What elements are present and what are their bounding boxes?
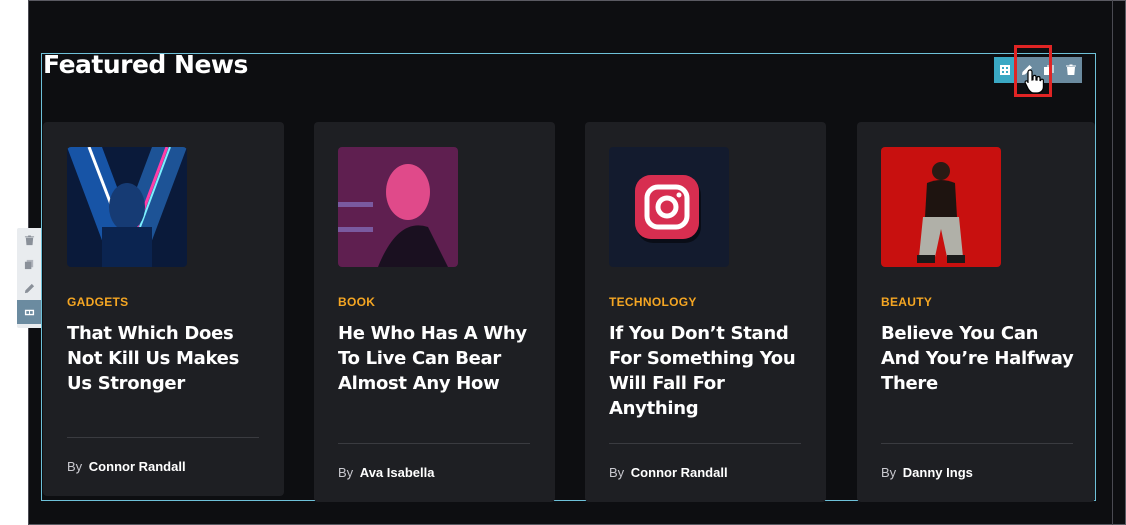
delete-column-button[interactable] — [17, 228, 41, 252]
news-title[interactable]: If You Don’t Stand For Something You Wil… — [609, 321, 809, 421]
author-link[interactable]: Connor Randall — [631, 465, 728, 480]
column-toolbar — [17, 228, 41, 328]
byline-prefix: By — [881, 465, 897, 480]
column-icon — [24, 309, 34, 315]
news-card[interactable]: BOOK He Who Has A Why To Live Can Bear A… — [314, 122, 555, 502]
news-category[interactable]: GADGETS — [67, 295, 128, 309]
news-title[interactable]: Believe You Can And You’re Halfway There — [881, 321, 1081, 396]
author-link[interactable]: Danny Ings — [903, 465, 973, 480]
news-byline: By Ava Isabella — [338, 465, 434, 480]
card-divider — [609, 443, 801, 444]
card-divider — [67, 437, 259, 438]
hand-cursor-icon — [1024, 69, 1044, 94]
news-title[interactable]: That Which Does Not Kill Us Makes Us Str… — [67, 321, 267, 396]
news-thumbnail[interactable] — [67, 147, 187, 267]
news-thumbnail[interactable] — [881, 147, 1001, 267]
copy-icon — [24, 259, 33, 269]
select-section-button[interactable] — [994, 57, 1016, 83]
canvas-guide-right — [1112, 0, 1113, 525]
news-byline: By Connor Randall — [609, 465, 728, 480]
byline-prefix: By — [609, 465, 625, 480]
news-thumbnail[interactable] — [338, 147, 458, 267]
card-divider — [338, 443, 530, 444]
news-thumbnail[interactable] — [609, 147, 729, 267]
column-handle-button[interactable] — [17, 300, 41, 324]
news-byline: By Connor Randall — [67, 459, 186, 474]
news-card[interactable]: TECHNOLOGY If You Don’t Stand For Someth… — [585, 122, 826, 502]
author-link[interactable]: Ava Isabella — [360, 465, 435, 480]
duplicate-column-button[interactable] — [17, 252, 41, 276]
news-category[interactable]: BOOK — [338, 295, 375, 309]
news-category[interactable]: TECHNOLOGY — [609, 295, 697, 309]
news-card[interactable]: GADGETS That Which Does Not Kill Us Make… — [43, 122, 284, 496]
edit-column-button[interactable] — [17, 276, 41, 300]
trash-icon — [1066, 64, 1076, 75]
news-card[interactable]: BEAUTY Believe You Can And You’re Halfwa… — [857, 122, 1095, 502]
pencil-icon — [24, 283, 34, 293]
delete-section-button[interactable] — [1060, 57, 1082, 83]
section-heading: Featured News — [43, 50, 248, 79]
card-divider — [881, 443, 1073, 444]
news-category[interactable]: BEAUTY — [881, 295, 932, 309]
trash-icon — [24, 234, 34, 245]
author-link[interactable]: Connor Randall — [89, 459, 186, 474]
news-title[interactable]: He Who Has A Why To Live Can Bear Almost… — [338, 321, 538, 396]
byline-prefix: By — [67, 459, 83, 474]
byline-prefix: By — [338, 465, 354, 480]
news-byline: By Danny Ings — [881, 465, 973, 480]
element-icon — [1000, 65, 1010, 75]
